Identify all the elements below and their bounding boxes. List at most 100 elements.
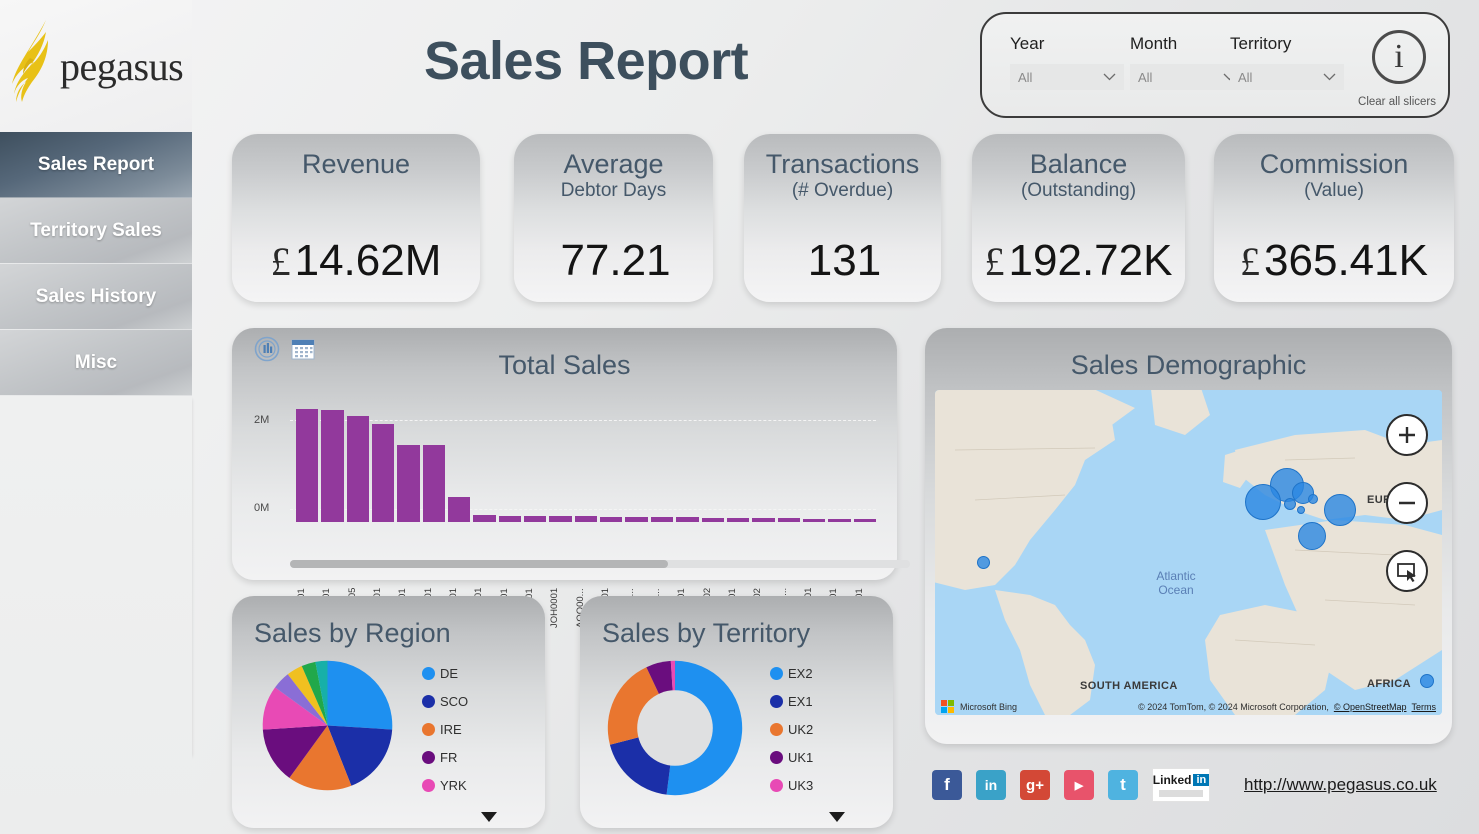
- bar[interactable]: [397, 445, 419, 522]
- ocean-label-line2: Ocean: [1131, 584, 1221, 598]
- currency-symbol: £: [271, 238, 291, 285]
- kpi-subtitle: Debtor Days: [561, 180, 667, 202]
- bar[interactable]: [524, 516, 546, 522]
- map-bubble[interactable]: [1420, 674, 1434, 688]
- pie-legend: DE SCO IRE FR YRK: [422, 658, 545, 806]
- bar[interactable]: [828, 519, 850, 522]
- legend-item[interactable]: YRK: [422, 778, 545, 793]
- bar[interactable]: [423, 445, 445, 522]
- drill-hierarchy-icon[interactable]: [254, 336, 280, 362]
- bar[interactable]: [702, 518, 724, 522]
- legend-item[interactable]: EX1: [770, 694, 893, 709]
- kpi-card-average-debtor-days[interactable]: Average Debtor Days 77.21: [514, 134, 713, 302]
- bar[interactable]: [600, 517, 622, 522]
- chevron-down-icon[interactable]: [481, 812, 497, 822]
- info-icon[interactable]: i: [1372, 30, 1426, 84]
- map-attribution-bar: Microsoft Bing © 2024 TomTom, © 2024 Mic…: [935, 698, 1442, 715]
- terms-link[interactable]: Terms: [1412, 702, 1437, 712]
- bar[interactable]: [321, 410, 343, 522]
- slicer-dropdown-territory[interactable]: All: [1230, 64, 1344, 90]
- map-bubble[interactable]: [1297, 506, 1305, 514]
- bar[interactable]: [499, 516, 521, 522]
- map-bubble[interactable]: [977, 556, 990, 569]
- map-canvas[interactable]: Atlantic Ocean EUROPE AFRICA SOUTH AMERI…: [935, 390, 1442, 715]
- map-bubble[interactable]: [1284, 498, 1296, 510]
- kpi-card-balance-outstanding[interactable]: Balance (Outstanding) £ 192.72K: [972, 134, 1185, 302]
- kpi-value-row: £ 365.41K: [1240, 236, 1428, 286]
- twitter-icon[interactable]: t: [1108, 770, 1138, 800]
- kpi-card-commission-value[interactable]: Commission (Value) £ 365.41K: [1214, 134, 1454, 302]
- scrollbar-thumb[interactable]: [290, 560, 668, 568]
- legend-item[interactable]: UK1: [770, 750, 893, 765]
- bar[interactable]: [676, 517, 698, 522]
- map-bubble[interactable]: [1245, 484, 1281, 520]
- sales-by-region-panel: Sales by Region DESCOIREFRYRK: [232, 596, 545, 828]
- linkedin-badge[interactable]: Linked in: [1152, 768, 1210, 802]
- chart-horizontal-scrollbar[interactable]: [290, 560, 910, 568]
- y-axis-tick: 2M: [254, 414, 269, 426]
- openstreetmap-link[interactable]: © OpenStreetMap: [1334, 702, 1407, 712]
- map-copyright-text: © 2024 TomTom, © 2024 Microsoft Corporat…: [1138, 702, 1329, 712]
- legend-item[interactable]: SCO: [422, 694, 545, 709]
- kpi-title: Commission: [1260, 150, 1409, 178]
- bar[interactable]: [347, 416, 369, 522]
- bar[interactable]: [296, 409, 318, 522]
- donut-chart-graphic[interactable]: [580, 658, 770, 806]
- legend-item[interactable]: UK3: [770, 778, 893, 793]
- y-axis-tick: 0M: [254, 502, 269, 514]
- sidebar-item-label: Sales Report: [38, 154, 154, 176]
- panel-title: Sales by Territory: [580, 596, 893, 649]
- sales-demographic-panel: Sales Demographic: [925, 328, 1452, 744]
- bar[interactable]: [803, 519, 825, 522]
- kpi-subtitle: (Outstanding): [1021, 180, 1136, 202]
- calendar-icon[interactable]: [290, 336, 316, 362]
- sidebar-item-sales-history[interactable]: Sales History: [0, 264, 192, 330]
- bar[interactable]: [625, 517, 647, 522]
- bar[interactable]: [575, 516, 597, 522]
- ocean-label: Atlantic Ocean: [1131, 570, 1221, 598]
- zoom-in-icon[interactable]: [1386, 414, 1428, 456]
- legend-label: SCO: [440, 694, 468, 709]
- googleplus-icon[interactable]: g+: [1020, 770, 1050, 800]
- chevron-down-icon[interactable]: [829, 812, 845, 822]
- youtube-icon[interactable]: ▶: [1064, 770, 1094, 800]
- zoom-out-icon[interactable]: [1386, 482, 1428, 524]
- map-bubble[interactable]: [1324, 494, 1356, 526]
- slicer-dropdown-month[interactable]: All: [1130, 64, 1244, 90]
- bar[interactable]: [752, 518, 774, 522]
- pie-chart-graphic[interactable]: [232, 658, 422, 806]
- bar[interactable]: [651, 517, 673, 522]
- legend-color-dot: [422, 667, 435, 680]
- legend-item[interactable]: FR: [422, 750, 545, 765]
- map-bubble[interactable]: [1298, 522, 1326, 550]
- pie-chart-svg[interactable]: [260, 658, 395, 793]
- sidebar-item-sales-report[interactable]: Sales Report: [0, 132, 192, 198]
- legend-item[interactable]: IRE: [422, 722, 545, 737]
- donut-chart-svg[interactable]: [605, 658, 745, 798]
- sidebar-item-territory-sales[interactable]: Territory Sales: [0, 198, 192, 264]
- bar[interactable]: [473, 515, 495, 522]
- youtube-glyph: ▶: [1075, 779, 1083, 792]
- linkedin-icon[interactable]: in: [976, 770, 1006, 800]
- website-link[interactable]: http://www.pegasus.co.uk: [1244, 775, 1437, 795]
- select-region-icon[interactable]: [1386, 550, 1428, 592]
- bar[interactable]: [549, 516, 571, 522]
- bar[interactable]: [727, 518, 749, 522]
- clear-all-slicers-button[interactable]: Clear all slicers: [1358, 96, 1436, 108]
- pie-chart-body: DE SCO IRE FR YRK: [232, 658, 545, 806]
- pie-slice[interactable]: [327, 661, 392, 730]
- bar[interactable]: [854, 519, 876, 522]
- legend-label: UK1: [788, 750, 813, 765]
- bar[interactable]: [448, 497, 470, 522]
- facebook-icon[interactable]: f: [932, 770, 962, 800]
- map-bubble[interactable]: [1308, 494, 1318, 504]
- legend-item[interactable]: UK2: [770, 722, 893, 737]
- kpi-card-transactions-overdue[interactable]: Transactions (# Overdue) 131: [744, 134, 941, 302]
- bar[interactable]: [372, 424, 394, 522]
- slicer-dropdown-year[interactable]: All: [1010, 64, 1124, 90]
- bar[interactable]: [778, 518, 800, 522]
- sidebar-item-misc[interactable]: Misc: [0, 330, 192, 396]
- legend-item[interactable]: DE: [422, 666, 545, 681]
- legend-item[interactable]: EX2: [770, 666, 893, 681]
- kpi-card-revenue[interactable]: Revenue £ 14.62M: [232, 134, 480, 302]
